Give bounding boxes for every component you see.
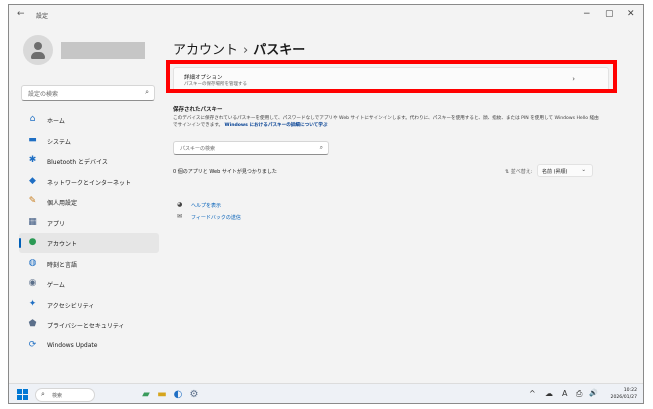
taskbar-search-placeholder: 検索 — [52, 393, 63, 399]
settings-search-placeholder: 設定の検索 — [28, 91, 59, 98]
sidebar-item-label: ホーム — [47, 118, 65, 125]
back-arrow-icon[interactable]: ← — [17, 9, 25, 19]
passkeys-description: このデバイスに保存されているパスキーを使用して、パスワードなしでアプリや Web… — [173, 115, 603, 129]
edge-browser-icon[interactable]: ◐ — [171, 388, 185, 402]
results-count: 0 個のアプリと Web サイトが見つかりました — [173, 169, 277, 175]
breadcrumb-current: パスキー — [253, 43, 306, 58]
passkey-search-input[interactable]: パスキーの検索 ⌕ — [173, 141, 329, 155]
sidebar-item-label: Bluetooth とデバイス — [47, 159, 108, 166]
settings-search-input[interactable]: 設定の検索 ⌕ — [21, 85, 155, 101]
network-icon[interactable]: ⎙ — [576, 389, 582, 399]
clock-time: 10:22 — [623, 388, 637, 393]
avatar-body-icon — [31, 52, 45, 59]
breadcrumb-parent[interactable]: アカウント — [173, 43, 238, 58]
avatar-head-icon — [34, 42, 42, 50]
sidebar-item-label: アクセシビリティ — [47, 302, 95, 310]
sort-dropdown[interactable]: 名前 (昇順) ⌄ — [537, 164, 593, 177]
clock-date: 2026/01/27 — [610, 395, 637, 400]
feedback-link-label: フィードバックの送信 — [191, 215, 241, 221]
search-icon: ⌕ — [145, 88, 149, 96]
sidebar-item-label: 個人用設定 — [47, 200, 78, 207]
home-icon: ⌂ — [29, 114, 36, 124]
sidebar-item[interactable]: ◆ ネットワークとインターネット — [19, 172, 159, 192]
search-icon: ⌕ — [319, 144, 323, 151]
active-indicator — [19, 238, 21, 248]
sidebar-item-label: Windows Update — [47, 341, 98, 349]
redacted-user-name — [61, 42, 145, 59]
sidebar-nav: ⌂ ホーム ▬ システム ✱ Bluetooth とデバイス ◆ ネットワークとインターネット… — [19, 110, 159, 356]
passkey-search-placeholder: パスキーの検索 — [180, 146, 216, 152]
sort-label-text: 並べ替え: — [510, 169, 533, 175]
user-profile[interactable] — [23, 35, 153, 65]
input-method-icon[interactable]: A — [562, 389, 567, 398]
maximize-button[interactable]: ▢ — [605, 9, 614, 19]
taskbar: ⌕ 検索 ▰ ▬ ◐ ⚙ ^ ☁ A ⎙ 🔊 10:22 2026/01/27 — [9, 383, 643, 403]
sidebar-item[interactable]: ✱ Bluetooth とデバイス — [19, 151, 159, 171]
help-icon: ◕ — [177, 201, 183, 208]
sidebar-item[interactable]: ⬟ プライバシーとセキュリティ — [19, 315, 159, 335]
windows-start-icon[interactable] — [17, 389, 28, 400]
network-icon: ◆ — [29, 175, 36, 186]
advanced-options-card[interactable]: 詳細オプション パスキーの保存場所を管理する › — [173, 67, 609, 92]
sidebar-item-label: 時刻と言語 — [47, 261, 78, 269]
sidebar-item[interactable]: ⟳ Windows Update — [19, 336, 159, 356]
globe-clock-icon: ◍ — [28, 257, 37, 268]
sidebar-item[interactable]: ✦ アクセシビリティ — [19, 295, 159, 315]
sidebar-item[interactable]: ◉ ゲーム — [19, 274, 159, 294]
sidebar-item[interactable]: ▦ アプリ — [19, 213, 159, 233]
title-bar: ← 設定 − ▢ ✕ — [9, 5, 643, 27]
minimize-button[interactable]: − — [583, 9, 591, 19]
search-icon: ⌕ — [41, 390, 45, 398]
sidebar-item-label: ネットワークとインターネット — [47, 179, 132, 187]
taskbar-search[interactable]: ⌕ 検索 — [35, 388, 95, 402]
chevron-down-icon: ⌄ — [581, 167, 586, 173]
account-icon: ● — [28, 237, 37, 247]
window-title: 設定 — [36, 13, 49, 20]
bluetooth-icon: ✱ — [28, 155, 37, 165]
sidebar-item-label: アカウント — [47, 241, 78, 248]
accessibility-icon: ✦ — [28, 298, 37, 309]
sort-label: ⇅ 並べ替え: — [505, 169, 533, 175]
sidebar-item-label: アプリ — [47, 220, 66, 228]
sidebar-item[interactable]: ⌂ ホーム — [19, 110, 159, 130]
settings-window: ← 設定 − ▢ ✕ 設定の検索 ⌕ ⌂ ホーム ▬ システム ✱ Bluetooth と… — [8, 4, 644, 404]
advanced-options-title: 詳細オプション — [184, 75, 223, 81]
page-title: アカウント › パスキー — [173, 39, 305, 58]
close-button[interactable]: ✕ — [627, 9, 635, 19]
sidebar-item[interactable]: ▬ システム — [19, 131, 159, 151]
gamepad-icon: ◉ — [28, 278, 37, 288]
learn-more-link[interactable]: Windows におけるパスキーの詳細について学ぶ — [225, 123, 328, 128]
sidebar-item-label: プライバシーとセキュリティ — [47, 323, 125, 330]
sidebar-item[interactable]: ● アカウント — [19, 233, 159, 253]
settings-gear-icon[interactable]: ⚙ — [187, 388, 201, 402]
brush-icon: ✎ — [28, 196, 37, 206]
help-link-label: ヘルプを表示 — [191, 203, 222, 209]
widgets-icon[interactable]: ▰ — [139, 388, 153, 402]
sort-value: 名前 (昇順) — [542, 169, 568, 175]
volume-icon[interactable]: 🔊 — [589, 389, 598, 397]
apps-icon: ▦ — [28, 216, 37, 227]
onedrive-icon[interactable]: ☁ — [545, 389, 553, 398]
sidebar-item-label: ゲーム — [47, 282, 65, 289]
taskbar-clock[interactable]: 10:22 2026/01/27 — [611, 387, 637, 401]
advanced-options-subtitle: パスキーの保存場所を管理する — [184, 82, 247, 87]
avatar — [23, 35, 53, 65]
file-explorer-icon[interactable]: ▬ — [155, 388, 169, 402]
shield-icon: ⬟ — [28, 319, 37, 329]
tray-overflow-icon[interactable]: ^ — [529, 389, 536, 398]
breadcrumb-separator: › — [243, 43, 249, 58]
update-icon: ⟳ — [28, 339, 37, 350]
chevron-right-icon: › — [572, 75, 575, 83]
sidebar-item[interactable]: ✎ 個人用設定 — [19, 192, 159, 212]
saved-passkeys-heading: 保存されたパスキー — [173, 107, 223, 113]
feedback-icon: ✉ — [177, 213, 183, 220]
system-icon: ▬ — [28, 134, 37, 145]
sidebar-item[interactable]: ◍ 時刻と言語 — [19, 254, 159, 274]
sidebar-item-label: システム — [47, 138, 71, 146]
